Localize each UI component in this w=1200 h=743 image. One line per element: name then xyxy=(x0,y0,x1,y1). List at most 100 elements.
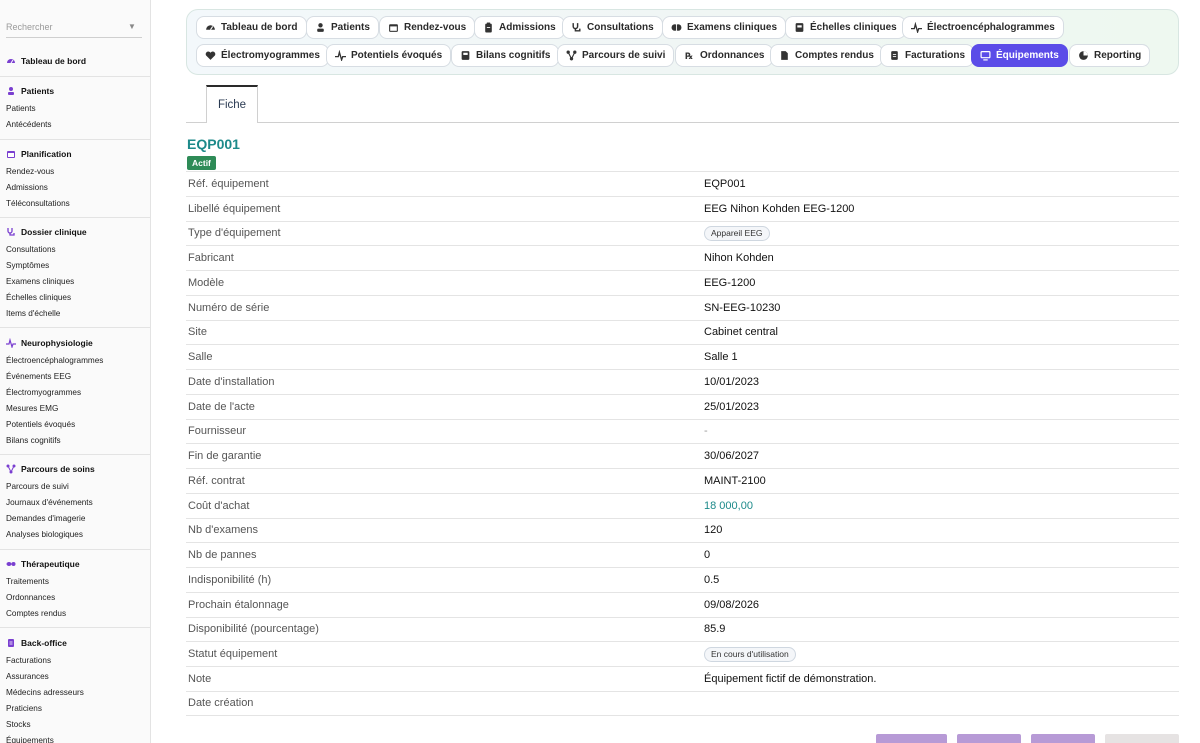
tab-patients[interactable]: Patients xyxy=(306,16,379,39)
tab-label: Équipements xyxy=(996,50,1059,61)
sidebar-item-rendez-vous[interactable]: Rendez-vous xyxy=(0,164,150,180)
sidebar-item-ordonnances[interactable]: Ordonnances xyxy=(0,590,150,606)
sidebar-section-title[interactable]: Back-office xyxy=(0,636,150,650)
tab-examens-cliniques[interactable]: Examens cliniques xyxy=(662,16,787,39)
sidebar-item-journaux-evenements[interactable]: Journaux d'événements xyxy=(0,495,150,511)
tab-label: Reporting xyxy=(1094,50,1142,61)
field-row: Prochain étalonnage 09/08/2026 xyxy=(186,591,1179,617)
sidebar-item-examens-cliniques[interactable]: Examens cliniques xyxy=(0,274,150,290)
tab-consultations[interactable]: Consultations xyxy=(562,16,663,39)
section-title: Dossier clinique xyxy=(21,227,87,237)
tab-reporting[interactable]: Reporting xyxy=(1069,44,1151,67)
record-fields: Réf. équipement EQP001 Libellé équipement… xyxy=(186,171,1179,716)
sidebar-section-title[interactable]: Planification xyxy=(0,147,150,161)
chevron-down-icon[interactable]: ▼ xyxy=(128,22,136,31)
tab-tableau-de-bord[interactable]: Tableau de bord xyxy=(196,16,307,39)
field-value: EEG Nihon Kohden EEG-1200 xyxy=(704,202,855,215)
tab-parcours-de-suivi[interactable]: Parcours de suivi xyxy=(557,44,675,67)
field-label: Nb de pannes xyxy=(188,549,257,562)
tab-rendez-vous[interactable]: Rendez-vous xyxy=(379,16,476,39)
sidebar-item-antecedents[interactable]: Antécédents xyxy=(0,117,150,133)
action-button-1[interactable] xyxy=(876,734,947,743)
sidebar-item-eeg[interactable]: Électroencéphalogrammes xyxy=(0,353,150,369)
action-button-3[interactable] xyxy=(1031,734,1095,743)
sidebar-item-teleconsultations[interactable]: Téléconsultations xyxy=(0,196,150,212)
record-subtabs: Fiche xyxy=(186,85,1179,123)
search-field[interactable]: ▼ xyxy=(6,16,142,38)
sidebar-item-dashboard[interactable]: Tableau de bord xyxy=(0,54,150,68)
heart-icon xyxy=(205,50,216,61)
section-title: Neurophysiologie xyxy=(21,338,93,348)
sidebar-item-praticiens[interactable]: Praticiens xyxy=(0,701,150,717)
sidebar-item-evenements-eeg[interactable]: Événements EEG xyxy=(0,369,150,385)
sidebar-section-planification: Planification Rendez-vous Admissions Tél… xyxy=(0,147,150,212)
tab-label: Comptes rendus xyxy=(795,50,874,61)
field-value: 10/01/2023 xyxy=(704,375,760,388)
sidebar-item-comptes-rendus[interactable]: Comptes rendus xyxy=(0,606,150,622)
person-icon xyxy=(6,86,16,96)
tab-electroencephalogrammes[interactable]: Électroencéphalogrammes xyxy=(902,16,1064,39)
field-row: Réf. contrat MAINT-2100 xyxy=(186,468,1179,493)
tab-ordonnances[interactable]: ℞ Ordonnances xyxy=(675,44,774,67)
tab-bilans-cognitifs[interactable]: Bilans cognitifs xyxy=(451,44,560,67)
search-input[interactable] xyxy=(6,21,124,32)
sidebar-section-title[interactable]: Dossier clinique xyxy=(0,225,150,239)
sidebar-section-title[interactable]: Parcours de soins xyxy=(0,462,150,476)
action-button-2[interactable] xyxy=(957,734,1021,743)
sidebar-item-label: Tableau de bord xyxy=(21,56,87,66)
field-row: Nb de pannes 0 xyxy=(186,542,1179,567)
sidebar-item-emg[interactable]: Électromyogrammes xyxy=(0,385,150,401)
sidebar-item-stocks[interactable]: Stocks xyxy=(0,717,150,733)
sidebar-item-admissions[interactable]: Admissions xyxy=(0,180,150,196)
action-button-4[interactable] xyxy=(1105,734,1179,743)
status-chip: En cours d'utilisation xyxy=(704,646,796,662)
field-label: Date d'installation xyxy=(188,375,275,388)
sidebar-item-echelles-cliniques[interactable]: Échelles cliniques xyxy=(0,290,150,306)
field-row: Modèle EEG-1200 xyxy=(186,270,1179,295)
tab-comptes-rendus[interactable]: Comptes rendus xyxy=(770,44,883,67)
tab-admissions[interactable]: Admissions xyxy=(474,16,565,39)
sidebar-item-medecins-adresseurs[interactable]: Médecins adresseurs xyxy=(0,685,150,701)
field-value: EQP001 xyxy=(704,177,746,190)
sidebar-item-items-echelle[interactable]: Items d'échelle xyxy=(0,306,150,322)
sidebar-item-parcours-de-suivi[interactable]: Parcours de suivi xyxy=(0,479,150,495)
sidebar-section-title[interactable]: Thérapeutique xyxy=(0,557,150,571)
sidebar-item-facturations[interactable]: Facturations xyxy=(0,653,150,669)
field-value: En cours d'utilisation xyxy=(704,646,796,662)
field-value: 0 xyxy=(704,549,711,562)
field-value: 85.9 xyxy=(704,623,726,636)
section-title: Thérapeutique xyxy=(21,559,80,569)
sidebar-item-consultations[interactable]: Consultations xyxy=(0,242,150,258)
field-label: Libellé équipement xyxy=(188,202,281,215)
tab-facturations[interactable]: Facturations xyxy=(880,44,975,67)
tab-fiche[interactable]: Fiche xyxy=(206,85,258,123)
prescription-icon: ℞ xyxy=(684,50,695,61)
sidebar-item-mesures-emg[interactable]: Mesures EMG xyxy=(0,401,150,417)
field-label: Fin de garantie xyxy=(188,450,262,463)
sidebar-section-title[interactable]: Neurophysiologie xyxy=(0,336,150,350)
sidebar-item-equipements[interactable]: Équipements xyxy=(0,733,150,743)
pills-icon xyxy=(6,559,16,569)
field-value: 18 000,00 xyxy=(704,499,753,512)
gauge-icon xyxy=(6,56,16,66)
sidebar-item-potentiels-evoques[interactable]: Potentiels évoqués xyxy=(0,417,150,433)
sidebar-item-assurances[interactable]: Assurances xyxy=(0,669,150,685)
field-value: MAINT-2100 xyxy=(704,474,766,487)
sidebar-item-demandes-imagerie[interactable]: Demandes d'imagerie xyxy=(0,511,150,527)
sidebar-item-analyses-biologiques[interactable]: Analyses biologiques xyxy=(0,527,150,543)
tab-label: Électromyogrammes xyxy=(221,50,320,61)
section-title: Planification xyxy=(21,149,72,159)
tab-equipements[interactable]: Équipements xyxy=(971,44,1068,67)
field-value: SN-EEG-10230 xyxy=(704,301,781,314)
sidebar-section-title[interactable]: Patients xyxy=(0,84,150,98)
tab-label: Ordonnances xyxy=(700,50,765,61)
waveform-icon xyxy=(6,338,16,348)
sidebar-item-patients[interactable]: Patients xyxy=(0,101,150,117)
tab-electromyogrammes[interactable]: Électromyogrammes xyxy=(196,44,329,67)
tab-echelles-cliniques[interactable]: Échelles cliniques xyxy=(785,16,906,39)
sidebar-item-symptomes[interactable]: Symptômes xyxy=(0,258,150,274)
tab-potentiels-evoques[interactable]: Potentiels évoqués xyxy=(326,44,452,67)
invoice-icon xyxy=(889,50,900,61)
sidebar-item-traitements[interactable]: Traitements xyxy=(0,574,150,590)
sidebar-item-bilans-cognitifs[interactable]: Bilans cognitifs xyxy=(0,433,150,449)
